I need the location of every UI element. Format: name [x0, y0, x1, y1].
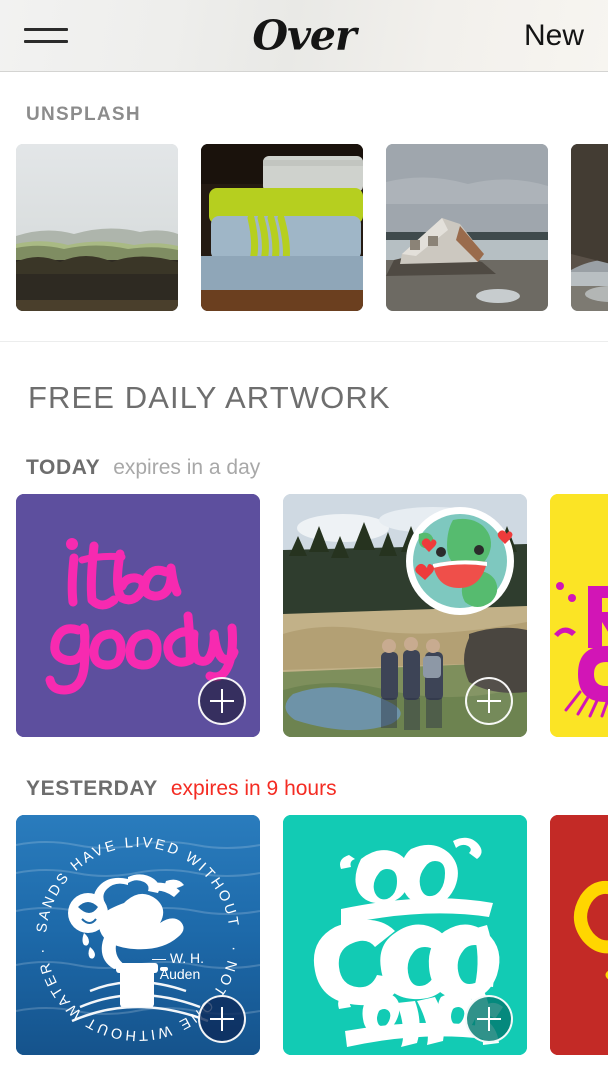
- artwork-card-do-good-work[interactable]: [283, 815, 527, 1055]
- unsplash-thumb-stacked-knit-blankets[interactable]: [201, 144, 363, 311]
- free-daily-artwork-section: FREE DAILY ARTWORK TODAY expires in a da…: [0, 342, 608, 1055]
- day-label-yesterday: YESTERDAY: [26, 777, 158, 800]
- svg-text:Auden: Auden: [160, 966, 200, 982]
- yesterday-card-strip[interactable]: THOUSANDS HAVE LIVED WITHOUT LOVE · NOT …: [0, 815, 608, 1055]
- artwork-card-yellow-rock-on[interactable]: [550, 494, 608, 737]
- today-card-strip[interactable]: [0, 494, 608, 737]
- yellow-rock-on-art: [550, 494, 608, 737]
- svg-text:— W. H.: — W. H.: [152, 950, 204, 966]
- unsplash-section: UNSPLASH: [0, 72, 608, 342]
- artwork-card-wh-auden-water-quote[interactable]: THOUSANDS HAVE LIVED WITHOUT LOVE · NOT …: [16, 815, 260, 1055]
- new-button[interactable]: New: [522, 15, 586, 57]
- coastal-rocks-image: [571, 144, 608, 311]
- day-label-today: TODAY: [26, 456, 101, 479]
- unsplash-thumb-misty-hills-landscape[interactable]: [16, 144, 178, 311]
- knit-blankets-image: [201, 144, 363, 311]
- artwork-card-its-a-good-day[interactable]: [16, 494, 260, 737]
- hamburger-line-1: [24, 28, 68, 31]
- add-artwork-button[interactable]: [465, 995, 513, 1043]
- unsplash-thumb-shipwreck-on-shore[interactable]: [386, 144, 548, 311]
- add-artwork-button[interactable]: [198, 995, 246, 1043]
- app-header: Over New: [0, 0, 608, 72]
- misty-hills-image: [16, 144, 178, 311]
- page-title: FREE DAILY ARTWORK: [28, 380, 391, 415]
- artwork-card-happy-earth-photo[interactable]: [283, 494, 527, 737]
- unsplash-thumbnail-strip[interactable]: [0, 144, 608, 311]
- artwork-card-red-cheers-card[interactable]: [550, 815, 608, 1055]
- app-logo: Over: [252, 11, 356, 59]
- expiry-today: expires in a day: [113, 456, 261, 479]
- hamburger-line-2: [24, 40, 68, 43]
- shipwreck-image: [386, 144, 548, 311]
- add-artwork-button[interactable]: [465, 677, 513, 725]
- red-cheers-art: [550, 815, 608, 1055]
- unsplash-label: UNSPLASH: [26, 104, 141, 125]
- yesterday-group-header: YESTERDAY expires in 9 hours: [0, 737, 608, 815]
- add-artwork-button[interactable]: [198, 677, 246, 725]
- hamburger-icon[interactable]: [24, 21, 68, 51]
- unsplash-thumb-coastal-rocks[interactable]: [571, 144, 608, 311]
- expiry-yesterday: expires in 9 hours: [170, 777, 337, 800]
- today-group-header: TODAY expires in a day: [0, 416, 608, 494]
